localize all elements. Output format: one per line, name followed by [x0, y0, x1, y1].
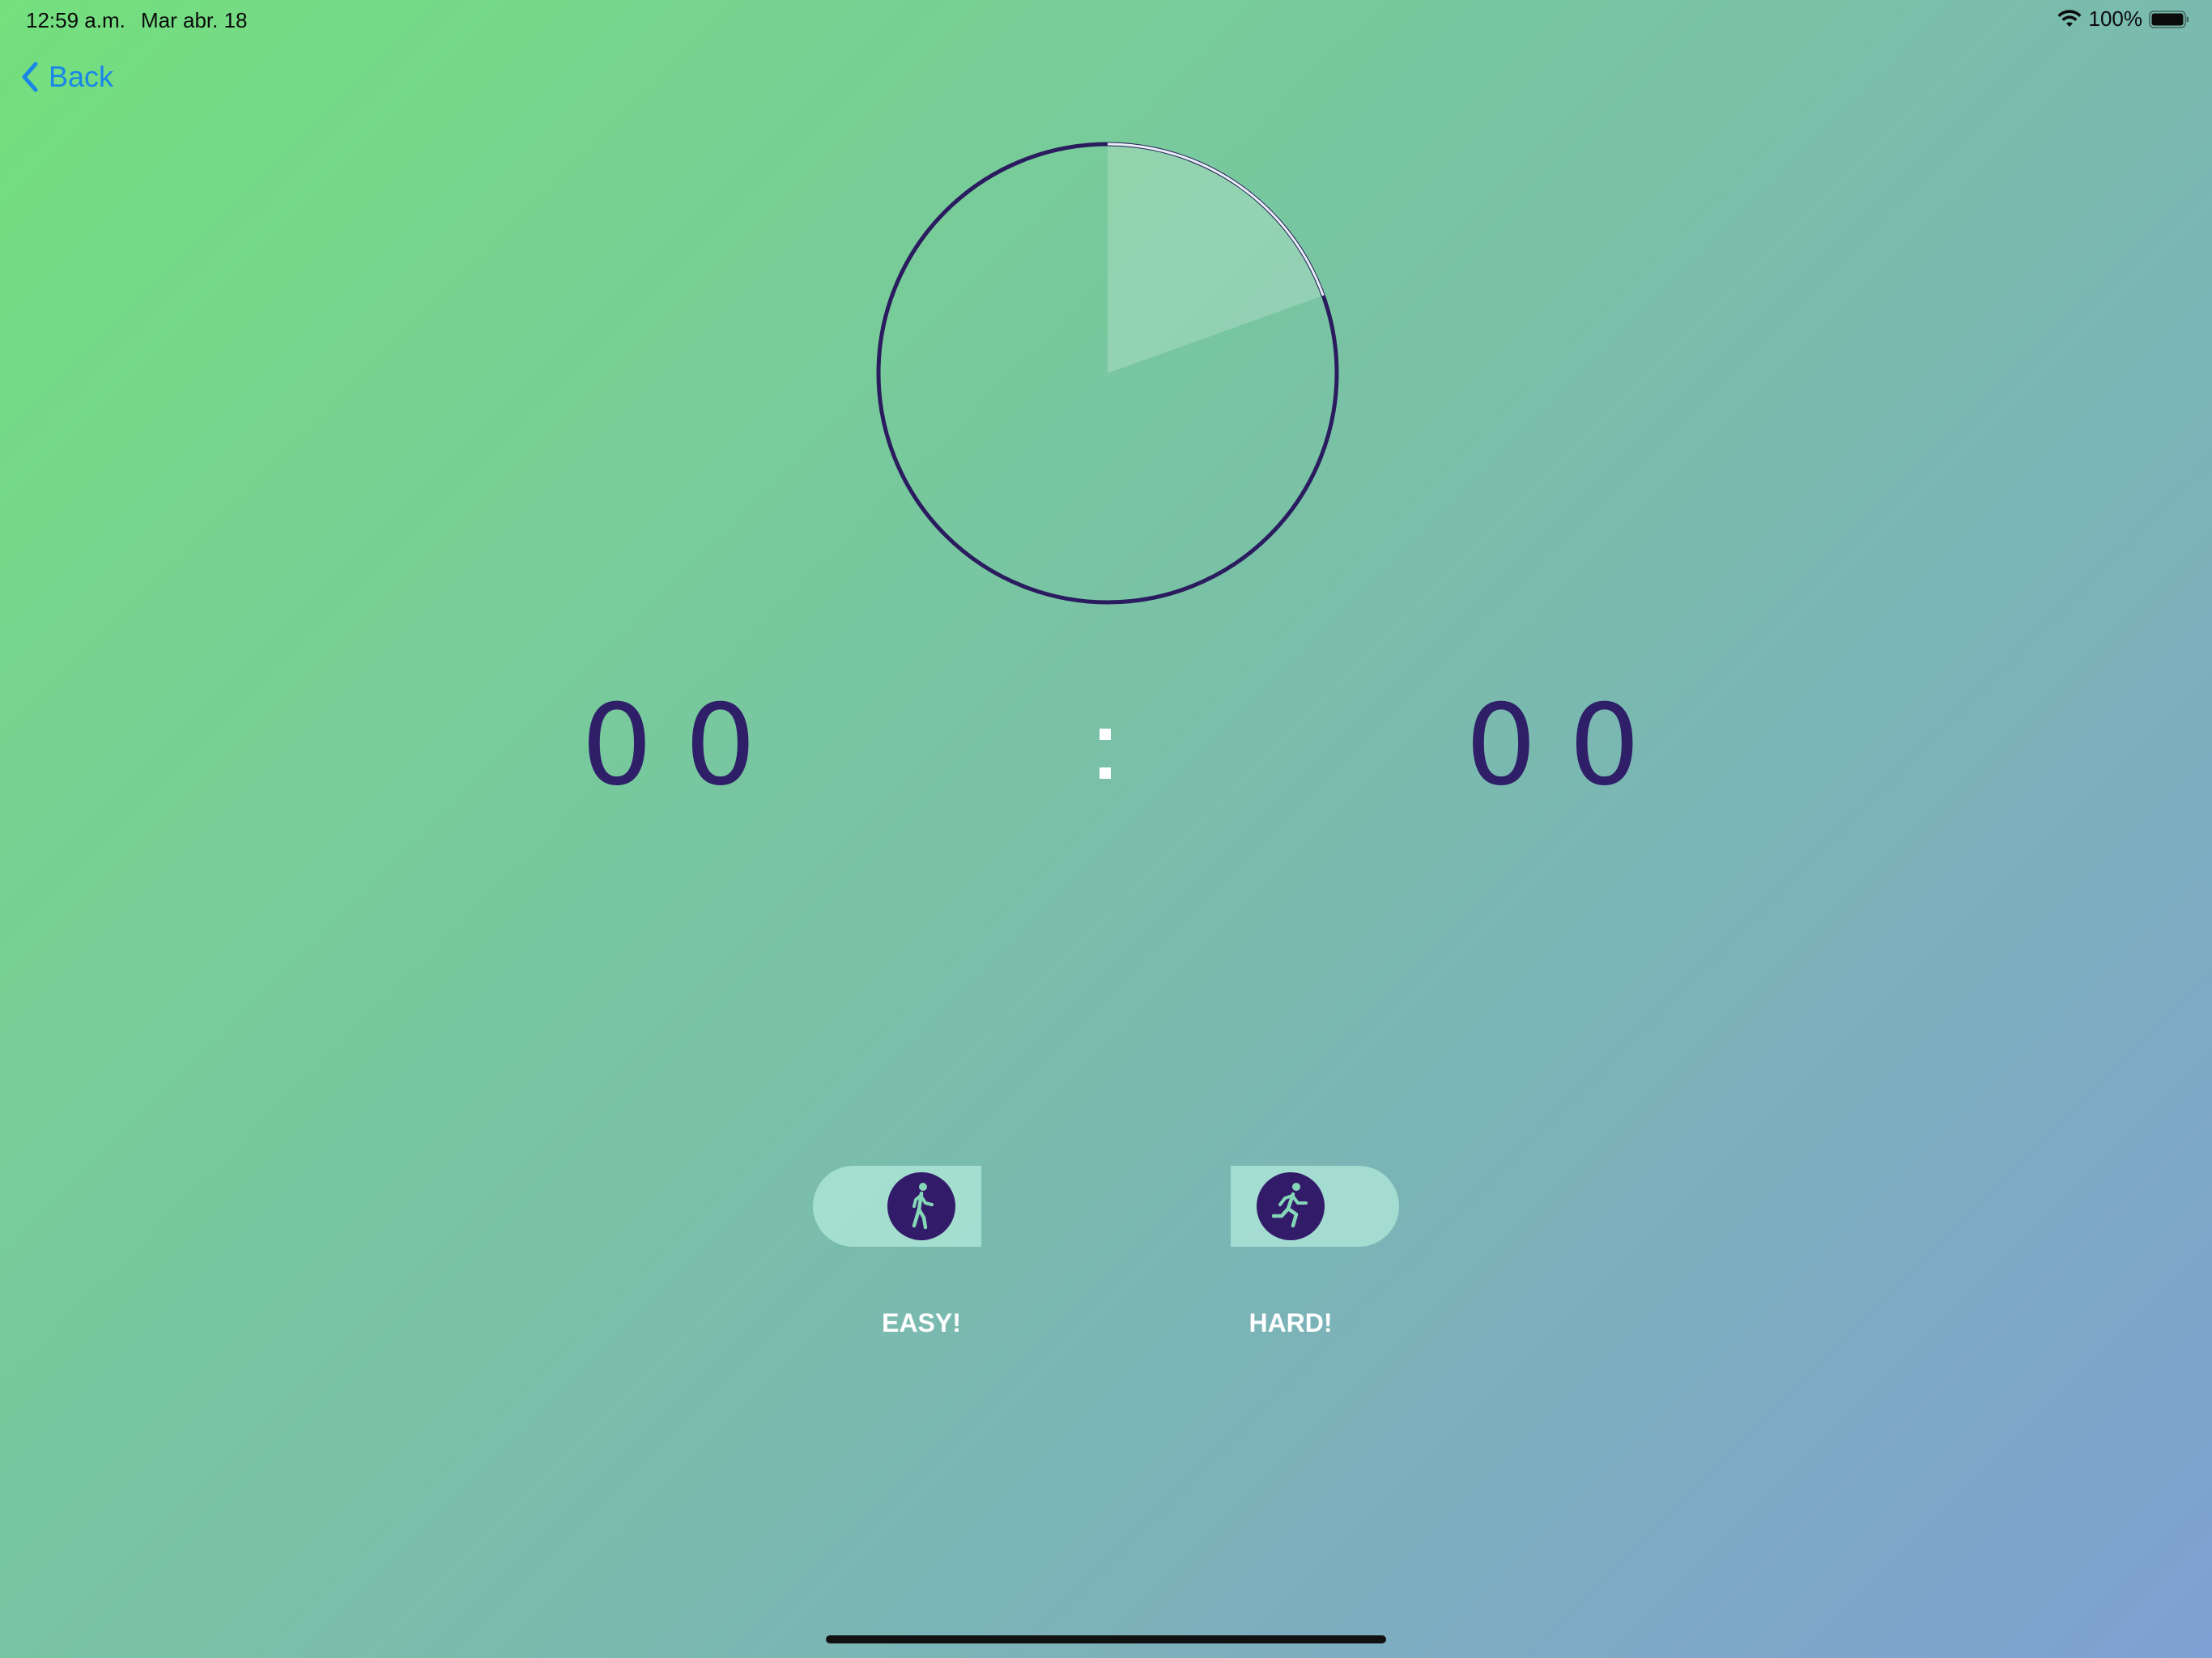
home-indicator[interactable] — [826, 1635, 1386, 1643]
timer-progress-ring — [876, 142, 1339, 605]
battery-full-icon — [2149, 10, 2189, 28]
timer-minutes: 00 — [581, 680, 789, 810]
wifi-icon — [2057, 9, 2081, 27]
elapsed-wedge — [1108, 147, 1321, 373]
colon-dot-top — [1100, 729, 1111, 740]
running-person-icon — [1271, 1183, 1308, 1228]
easy-label: EASY! — [882, 1308, 961, 1337]
battery-percent: 100% — [2088, 6, 2143, 31]
status-time: 12:59 a.m. — [26, 8, 125, 32]
hard-label: HARD! — [1249, 1308, 1333, 1337]
chevron-left-icon — [22, 62, 38, 92]
status-indicators: 100% — [2057, 6, 2190, 32]
hard-knob — [1257, 1172, 1325, 1240]
timer-seconds: 00 — [1465, 680, 1673, 810]
back-button[interactable]: Back — [19, 60, 113, 94]
walking-person-icon — [912, 1183, 934, 1230]
timer-colon — [1100, 712, 1111, 801]
status-date: Mar abr. 18 — [141, 8, 248, 32]
back-label: Back — [49, 60, 114, 93]
hard-button[interactable] — [1231, 1166, 1399, 1247]
colon-dot-bottom — [1100, 767, 1111, 779]
status-bar: 12:59 a.m. Mar abr. 18 100% — [0, 0, 2212, 39]
easy-button[interactable] — [813, 1166, 981, 1247]
easy-knob — [887, 1172, 955, 1240]
